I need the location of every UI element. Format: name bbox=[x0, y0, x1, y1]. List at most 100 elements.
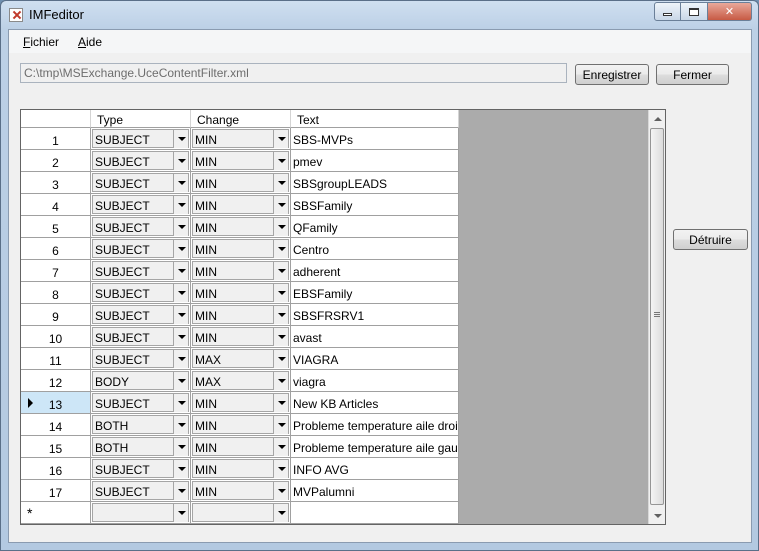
change-cell[interactable]: MIN bbox=[191, 392, 291, 414]
change-select[interactable]: MAX bbox=[192, 349, 289, 368]
chevron-down-icon[interactable] bbox=[173, 218, 188, 236]
text-cell[interactable]: INFO AVG bbox=[291, 458, 459, 480]
text-cell[interactable]: avast bbox=[291, 326, 459, 348]
change-cell[interactable]: MIN bbox=[191, 238, 291, 260]
type-select[interactable]: SUBJECT bbox=[92, 349, 189, 368]
chevron-down-icon[interactable] bbox=[273, 306, 288, 324]
change-select[interactable]: MIN bbox=[192, 261, 289, 280]
row-header[interactable]: 1 bbox=[21, 128, 91, 150]
chevron-down-icon[interactable] bbox=[273, 152, 288, 170]
row-header[interactable]: 15 bbox=[21, 436, 91, 458]
type-cell[interactable]: BOTH bbox=[91, 414, 191, 436]
chevron-down-icon[interactable] bbox=[273, 394, 288, 412]
row-header[interactable]: 9 bbox=[21, 304, 91, 326]
change-cell[interactable]: MIN bbox=[191, 150, 291, 172]
change-cell[interactable]: MIN bbox=[191, 326, 291, 348]
text-cell[interactable]: QFamily bbox=[291, 216, 459, 238]
chevron-down-icon[interactable] bbox=[173, 130, 188, 148]
row-header[interactable]: 6 bbox=[21, 238, 91, 260]
type-select[interactable]: SUBJECT bbox=[92, 305, 189, 324]
close-button[interactable]: Fermer bbox=[656, 64, 729, 85]
chevron-down-icon[interactable] bbox=[173, 306, 188, 324]
type-select[interactable]: BOTH bbox=[92, 415, 189, 434]
type-select[interactable]: SUBJECT bbox=[92, 239, 189, 258]
chevron-down-icon[interactable] bbox=[273, 328, 288, 346]
text-cell[interactable]: SBS-MVPs bbox=[291, 128, 459, 150]
type-cell[interactable]: SUBJECT bbox=[91, 194, 191, 216]
type-select[interactable]: SUBJECT bbox=[92, 327, 189, 346]
type-select[interactable]: SUBJECT bbox=[92, 129, 189, 148]
chevron-down-icon[interactable] bbox=[173, 240, 188, 258]
text-cell[interactable]: SBSFRSRV1 bbox=[291, 304, 459, 326]
type-select[interactable]: SUBJECT bbox=[92, 459, 189, 478]
type-cell[interactable]: SUBJECT bbox=[91, 348, 191, 370]
vertical-scrollbar[interactable] bbox=[648, 110, 665, 524]
chevron-down-icon[interactable] bbox=[173, 262, 188, 280]
chevron-down-icon[interactable] bbox=[173, 504, 188, 522]
change-select[interactable]: MIN bbox=[192, 459, 289, 478]
change-select[interactable]: MIN bbox=[192, 217, 289, 236]
file-path-field[interactable]: C:\tmp\MSExchange.UceContentFilter.xml bbox=[20, 63, 567, 83]
chevron-down-icon[interactable] bbox=[273, 196, 288, 214]
change-cell[interactable]: MIN bbox=[191, 436, 291, 458]
change-select[interactable]: MIN bbox=[192, 173, 289, 192]
type-select[interactable]: SUBJECT bbox=[92, 217, 189, 236]
row-header[interactable]: 16 bbox=[21, 458, 91, 480]
chevron-down-icon[interactable] bbox=[173, 196, 188, 214]
change-cell[interactable]: MIN bbox=[191, 480, 291, 502]
change-cell[interactable]: MAX bbox=[191, 348, 291, 370]
row-header[interactable]: 5 bbox=[21, 216, 91, 238]
type-cell[interactable] bbox=[91, 502, 191, 524]
rules-grid[interactable]: Type Change Text 1 SUBJECT MIN SBS-MVPs 2 SUB… bbox=[20, 109, 666, 525]
chevron-down-icon[interactable] bbox=[173, 394, 188, 412]
type-select[interactable] bbox=[92, 503, 189, 522]
row-header[interactable]: 8 bbox=[21, 282, 91, 304]
text-cell[interactable]: Probleme temperature aile gauche bbox=[291, 436, 459, 458]
delete-button[interactable]: Détruire bbox=[673, 229, 748, 250]
type-select[interactable]: SUBJECT bbox=[92, 151, 189, 170]
title-bar[interactable]: IMFeditor ✕ bbox=[1, 1, 758, 29]
chevron-down-icon[interactable] bbox=[273, 130, 288, 148]
type-cell[interactable]: SUBJECT bbox=[91, 128, 191, 150]
change-select[interactable]: MAX bbox=[192, 371, 289, 390]
chevron-down-icon[interactable] bbox=[273, 372, 288, 390]
type-cell[interactable]: SUBJECT bbox=[91, 458, 191, 480]
type-cell[interactable]: SUBJECT bbox=[91, 326, 191, 348]
row-header[interactable]: 14 bbox=[21, 414, 91, 436]
change-cell[interactable]: MIN bbox=[191, 128, 291, 150]
change-select[interactable]: MIN bbox=[192, 129, 289, 148]
text-cell[interactable]: New KB Articles bbox=[291, 392, 459, 414]
chevron-down-icon[interactable] bbox=[273, 504, 288, 522]
type-select[interactable]: SUBJECT bbox=[92, 393, 189, 412]
text-cell[interactable]: SBSFamily bbox=[291, 194, 459, 216]
row-header[interactable]: 2 bbox=[21, 150, 91, 172]
type-cell[interactable]: SUBJECT bbox=[91, 392, 191, 414]
maximize-button[interactable] bbox=[681, 2, 708, 21]
change-cell[interactable]: MIN bbox=[191, 172, 291, 194]
type-select[interactable]: BOTH bbox=[92, 437, 189, 456]
chevron-down-icon[interactable] bbox=[173, 460, 188, 478]
type-select[interactable]: SUBJECT bbox=[92, 261, 189, 280]
type-select[interactable]: SUBJECT bbox=[92, 173, 189, 192]
change-select[interactable]: MIN bbox=[192, 239, 289, 258]
app-icon[interactable] bbox=[9, 8, 23, 22]
row-header[interactable]: 10 bbox=[21, 326, 91, 348]
type-select[interactable]: SUBJECT bbox=[92, 283, 189, 302]
change-select[interactable]: MIN bbox=[192, 151, 289, 170]
menu-fichier[interactable]: Fichier bbox=[23, 35, 59, 49]
chevron-down-icon[interactable] bbox=[173, 328, 188, 346]
row-header[interactable]: 12 bbox=[21, 370, 91, 392]
change-select[interactable]: MIN bbox=[192, 327, 289, 346]
scroll-down-icon[interactable] bbox=[649, 507, 665, 524]
menu-aide[interactable]: Aide bbox=[78, 35, 102, 49]
change-select[interactable]: MIN bbox=[192, 437, 289, 456]
text-cell[interactable]: EBSFamily bbox=[291, 282, 459, 304]
text-cell[interactable]: MVPalumni bbox=[291, 480, 459, 502]
type-select[interactable]: SUBJECT bbox=[92, 195, 189, 214]
chevron-down-icon[interactable] bbox=[273, 240, 288, 258]
chevron-down-icon[interactable] bbox=[173, 174, 188, 192]
text-cell[interactable]: Centro bbox=[291, 238, 459, 260]
change-select[interactable]: MIN bbox=[192, 393, 289, 412]
save-button[interactable]: Enregistrer bbox=[575, 64, 649, 85]
chevron-down-icon[interactable] bbox=[173, 350, 188, 368]
